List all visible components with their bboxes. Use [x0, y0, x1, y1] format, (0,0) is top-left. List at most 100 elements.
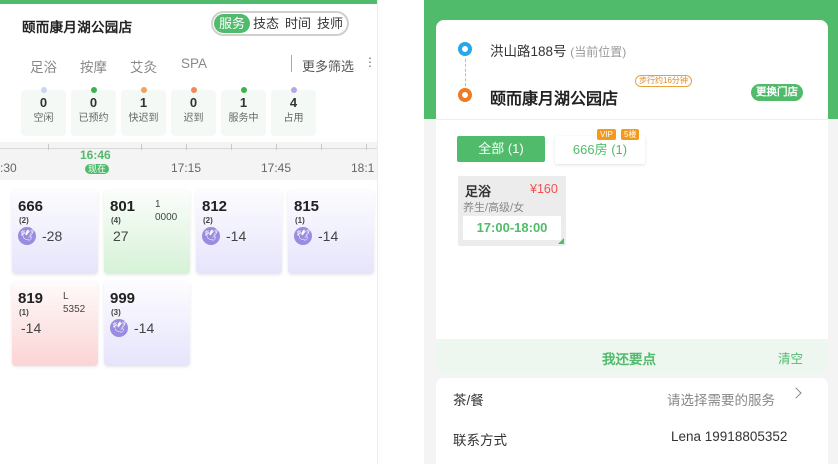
room-minutes: -14 [21, 320, 42, 336]
filter-divider [291, 55, 292, 72]
room-minutes: 27 [113, 228, 129, 244]
tea-meal-label: 茶/餐 [453, 393, 484, 408]
room-minutes: -14 [134, 320, 155, 336]
room-count: (2) [203, 216, 213, 225]
room-count: (2) [19, 216, 29, 225]
service-price: ¥160 [530, 182, 558, 196]
time-tick [231, 144, 232, 150]
subtab-spa[interactable]: SPA [181, 56, 207, 71]
stat-label: 空闲 [33, 113, 54, 124]
stat-label: 已预约 [78, 113, 109, 124]
room-number: 815 [294, 198, 320, 215]
room-card[interactable]: 666 (2) 🕊 -28 [12, 190, 98, 274]
subtab-foot-bath[interactable]: 足浴 [30, 56, 57, 76]
time-tick [321, 144, 322, 150]
time-label: 17:45 [261, 161, 292, 175]
seg-tab-service[interactable]: 服务 [214, 14, 251, 33]
tab-room-666[interactable]: 666房 (1) [555, 136, 645, 164]
now-badge: 现在 [85, 164, 110, 174]
time-label: 17:15 [171, 161, 202, 175]
stat-label: 服务中 [228, 113, 259, 124]
room-count: (1) [19, 308, 29, 317]
stat-count: 0 [39, 95, 48, 110]
add-more-bar: 我还要点 清空 [436, 339, 828, 373]
room-card[interactable]: 812 (2) 🕊 -14 [196, 190, 282, 274]
room-minutes: -28 [42, 228, 63, 244]
time-ruler[interactable]: :30 17:15 17:45 18:1 16:46 现在 [0, 142, 377, 180]
tab-all-rooms[interactable]: 全部 (1) [457, 136, 545, 162]
stat-count: 0 [189, 95, 198, 110]
change-store-button[interactable]: 更换门店 [751, 84, 803, 101]
store-name: 颐而康月湖公园店 [490, 91, 619, 108]
seg-tab-time[interactable]: 时间 [282, 14, 314, 33]
stat-occupied[interactable]: 4 占用 [271, 87, 316, 136]
current-location-tag: (当前位置) [570, 45, 627, 59]
subtab-massage[interactable]: 按摩 [80, 56, 107, 76]
stat-count: 1 [139, 95, 148, 110]
room-note: 1 [155, 199, 161, 210]
time-tick [141, 144, 142, 150]
time-tick [186, 144, 187, 150]
contact-row[interactable]: 联系方式 Lena 19918805352 [436, 422, 828, 462]
stat-in-service[interactable]: 1 服务中 [221, 87, 266, 136]
time-tick [366, 144, 367, 150]
time-label: 18:1 [351, 161, 375, 175]
dove-icon: 🕊 [18, 227, 36, 245]
current-location-icon [458, 42, 472, 56]
more-filter-button[interactable]: 更多筛选 [302, 56, 354, 75]
tea-meal-row[interactable]: 茶/餐 请选择需要的服务 [436, 378, 828, 418]
status-dot-icon [140, 87, 147, 93]
room-count: (1) [295, 216, 305, 225]
subtab-moxibustion[interactable]: 艾灸 [130, 56, 157, 76]
divider [436, 119, 828, 120]
service-desc: 养生/高级/女 [463, 202, 525, 214]
room-number: 666 [18, 198, 44, 215]
service-item[interactable]: 足浴 ¥160 养生/高级/女 17:00-18:00 [458, 176, 566, 246]
status-dot-icon [290, 87, 297, 93]
right-panel: 洪山路188号 (当前位置) 颐而康月湖公园店 步行约16分钟 更换门店 全部 … [424, 0, 838, 464]
selected-corner-icon [558, 238, 564, 244]
room-note: 5352 [63, 304, 86, 315]
seg-tab-technician[interactable]: 技师 [314, 14, 346, 33]
current-address: 洪山路188号 (当前位置) [490, 40, 626, 60]
room-number: 801 [110, 198, 136, 215]
service-time: 17:00-18:00 [463, 216, 561, 240]
seg-tab-tech-state[interactable]: 技态 [250, 14, 282, 33]
stat-almost-late[interactable]: 1 快迟到 [121, 87, 166, 136]
time-label: :30 [0, 161, 17, 175]
room-number: 819 [18, 290, 44, 307]
add-more-button[interactable]: 我还要点 [602, 348, 656, 368]
room-note: L [63, 291, 69, 302]
room-card[interactable]: 999 (3) 🕊 -14 [104, 282, 190, 366]
stat-idle[interactable]: 0 空闲 [21, 87, 66, 136]
stat-count: 1 [239, 95, 248, 110]
order-details-card: 茶/餐 请选择需要的服务 联系方式 Lena 19918805352 [436, 378, 828, 464]
floor-badge: 5楼 [621, 129, 640, 140]
dove-icon: 🕊 [110, 319, 128, 337]
panel-gap [377, 0, 424, 464]
more-vertical-icon[interactable]: ⋮ [364, 55, 376, 69]
store-location-icon [458, 88, 472, 102]
vip-badge: VIP [597, 129, 616, 140]
status-dot-icon [190, 87, 197, 93]
room-card[interactable]: 801 (4) 1 0000 27 [104, 190, 190, 274]
status-dot-icon [90, 87, 97, 93]
room-card[interactable]: 819 (1) L 5352 -14 [12, 282, 98, 366]
chevron-right-icon [790, 387, 802, 399]
tea-meal-value: 请选择需要的服务 [667, 393, 775, 408]
time-tick [48, 144, 49, 150]
dove-icon: 🕊 [294, 227, 312, 245]
status-dot-icon [240, 87, 247, 93]
current-time: 16:46 [80, 148, 111, 162]
clear-button[interactable]: 清空 [778, 348, 803, 367]
stat-count: 4 [289, 95, 298, 110]
stat-count: 0 [89, 95, 98, 110]
stat-booked[interactable]: 0 已预约 [71, 87, 116, 136]
room-minutes: -14 [226, 228, 247, 244]
store-title: 颐而康月湖公园店 [22, 20, 133, 35]
stat-late[interactable]: 0 迟到 [171, 87, 216, 136]
room-card[interactable]: 815 (1) 🕊 -14 [288, 190, 374, 274]
time-tick [276, 144, 277, 150]
view-segmented-control: 服务 技态 时间 技师 [211, 11, 350, 36]
service-name: 足浴 [465, 184, 492, 199]
